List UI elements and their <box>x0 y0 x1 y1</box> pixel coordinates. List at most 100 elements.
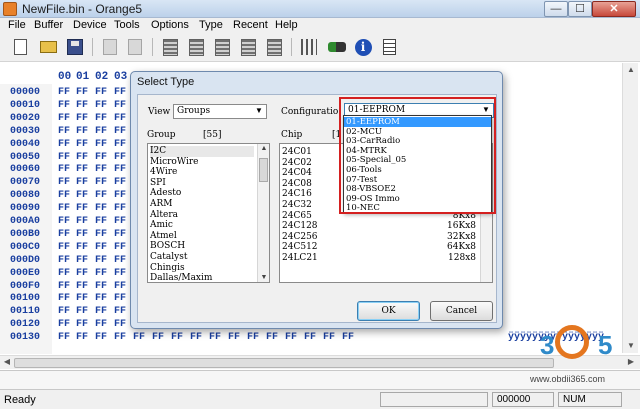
hex-byte[interactable]: FF <box>114 319 126 330</box>
hex-byte[interactable]: FF <box>114 229 126 240</box>
view-select[interactable]: Groups ▼ <box>173 104 267 119</box>
copy-button[interactable] <box>100 37 120 57</box>
hex-byte[interactable]: FF <box>76 229 88 240</box>
hex-byte[interactable]: FF <box>76 164 88 175</box>
horizontal-scroll-thumb[interactable] <box>14 358 554 368</box>
hex-byte[interactable]: FF <box>58 216 70 227</box>
chip-list-item[interactable]: 24C08 <box>282 179 312 190</box>
save-file-button[interactable] <box>65 37 85 57</box>
hex-byte[interactable]: FF <box>58 126 70 137</box>
paste-button[interactable] <box>125 37 145 57</box>
group-list-item[interactable]: SPI <box>150 178 254 189</box>
hex-byte[interactable]: FF <box>76 268 88 279</box>
hex-byte[interactable]: FF <box>58 203 70 214</box>
info-button[interactable]: i <box>353 37 373 57</box>
chip-list-item[interactable]: 24C65 <box>282 211 312 222</box>
write-chip-button[interactable] <box>186 37 206 57</box>
group-list-item[interactable]: BOSCH <box>150 241 254 252</box>
chip-list-item[interactable]: 24C01 <box>282 147 312 158</box>
hex-byte[interactable]: FF <box>152 332 164 343</box>
group-list-item[interactable]: I2C <box>150 146 254 157</box>
hex-byte[interactable]: FF <box>228 332 240 343</box>
hex-byte[interactable]: FF <box>95 87 107 98</box>
hex-byte[interactable]: FF <box>58 177 70 188</box>
group-list-item[interactable]: 4Wire <box>150 167 254 178</box>
hex-byte[interactable]: FF <box>95 113 107 124</box>
hex-byte[interactable]: FF <box>95 190 107 201</box>
hex-byte[interactable]: FF <box>76 113 88 124</box>
hex-byte[interactable]: FF <box>114 332 126 343</box>
hex-byte[interactable]: FF <box>58 100 70 111</box>
hex-byte[interactable]: FF <box>95 152 107 163</box>
chip-list-item[interactable]: 24LC21 <box>282 253 318 264</box>
hex-byte[interactable]: FF <box>114 87 126 98</box>
hex-byte[interactable]: FF <box>76 139 88 150</box>
hex-byte[interactable]: FF <box>58 87 70 98</box>
hex-byte[interactable]: FF <box>76 126 88 137</box>
hex-byte[interactable]: FF <box>304 332 316 343</box>
hex-byte[interactable]: FF <box>58 152 70 163</box>
hex-byte[interactable]: FF <box>114 100 126 111</box>
hex-byte[interactable]: FF <box>95 164 107 175</box>
hex-byte[interactable]: FF <box>76 293 88 304</box>
hex-byte[interactable]: FF <box>58 319 70 330</box>
hex-byte[interactable]: FF <box>171 332 183 343</box>
scroll-up-arrow-icon[interactable]: ▲ <box>259 145 269 152</box>
hex-byte[interactable]: FF <box>95 242 107 253</box>
hex-byte[interactable]: FF <box>114 293 126 304</box>
hex-byte[interactable]: FF <box>76 332 88 343</box>
hex-byte[interactable]: FF <box>58 306 70 317</box>
hex-byte[interactable]: FF <box>95 126 107 137</box>
hex-byte[interactable]: FF <box>76 177 88 188</box>
group-list-scrollbar[interactable]: ▲ ▼ <box>257 144 269 282</box>
group-list-item[interactable]: Dallas/Maxim <box>150 273 254 282</box>
hex-byte[interactable]: FF <box>58 293 70 304</box>
chip-list-item[interactable]: 24C02 <box>282 158 312 169</box>
read-chip-button[interactable] <box>160 37 180 57</box>
hex-byte[interactable]: FF <box>76 203 88 214</box>
group-list-item[interactable]: Amic <box>150 220 254 231</box>
group-list-item[interactable]: MicroWire <box>150 157 254 168</box>
close-button[interactable]: ✕ <box>592 1 636 17</box>
menu-tools[interactable]: Tools <box>114 19 140 31</box>
chip-list-item[interactable]: 24C32 <box>282 200 312 211</box>
hex-byte[interactable]: FF <box>58 255 70 266</box>
chip-list-item[interactable]: 24C16 <box>282 189 312 200</box>
open-file-button[interactable] <box>38 37 58 57</box>
adapter-tool-button[interactable] <box>327 37 347 57</box>
hex-byte[interactable]: FF <box>114 268 126 279</box>
hex-byte[interactable]: FF <box>114 281 126 292</box>
group-list[interactable]: I2C MicroWire 4Wire SPI Adesto ARM Altera Amic A… <box>147 143 270 283</box>
ok-button[interactable]: OK <box>357 301 420 321</box>
hex-byte[interactable]: FF <box>114 216 126 227</box>
maximize-button[interactable]: ☐ <box>568 1 592 17</box>
hex-byte[interactable]: FF <box>76 281 88 292</box>
menu-type[interactable]: Type <box>199 19 223 31</box>
hex-byte[interactable]: FF <box>58 229 70 240</box>
hex-byte[interactable]: FF <box>76 87 88 98</box>
menu-file[interactable]: File <box>8 19 26 31</box>
verify-chip-button[interactable] <box>212 37 232 57</box>
hex-byte[interactable]: FF <box>133 332 145 343</box>
erase-chip-button[interactable] <box>238 37 258 57</box>
hex-byte[interactable]: FF <box>95 332 107 343</box>
hex-byte[interactable]: FF <box>76 255 88 266</box>
hex-byte[interactable]: FF <box>95 139 107 150</box>
hex-byte[interactable]: FF <box>95 319 107 330</box>
hex-byte[interactable]: FF <box>58 164 70 175</box>
hex-byte[interactable]: FF <box>76 306 88 317</box>
hex-byte[interactable]: FF <box>95 229 107 240</box>
hex-byte[interactable]: FF <box>247 332 259 343</box>
group-list-item[interactable]: Adesto <box>150 188 254 199</box>
hex-byte[interactable]: FF <box>114 152 126 163</box>
menu-device[interactable]: Device <box>73 19 107 31</box>
menu-options[interactable]: Options <box>151 19 189 31</box>
hex-byte[interactable]: FF <box>114 190 126 201</box>
menu-recent[interactable]: Recent <box>233 19 268 31</box>
hex-byte[interactable]: FF <box>76 242 88 253</box>
hex-byte[interactable]: FF <box>95 216 107 227</box>
hex-byte[interactable]: FF <box>285 332 297 343</box>
hex-byte[interactable]: FF <box>95 281 107 292</box>
hex-byte[interactable]: FF <box>114 139 126 150</box>
hex-byte[interactable]: FF <box>114 242 126 253</box>
